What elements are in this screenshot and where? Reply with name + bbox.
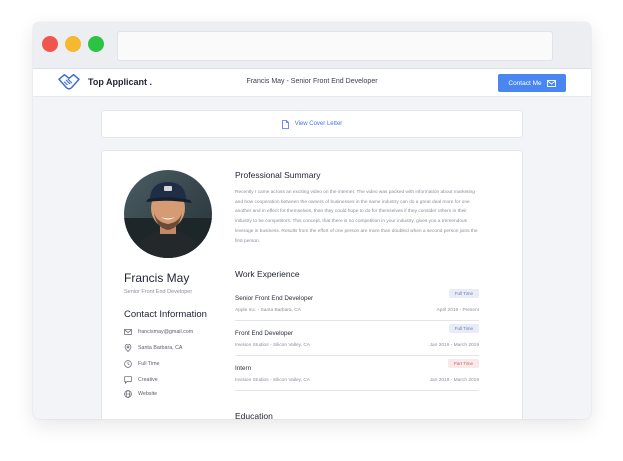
browser-chrome <box>33 22 591 69</box>
job-title: Senior Front End Developer <box>235 295 314 302</box>
address-bar[interactable] <box>117 31 553 61</box>
browser-window: Top Applicant . Francis May - Senior Fro… <box>33 22 591 419</box>
job-dates: Jan 2019 - March 2019 <box>429 343 479 348</box>
clock-icon <box>124 360 132 368</box>
contact-availability: Full Time <box>124 360 160 368</box>
view-cover-letter-button[interactable]: View Cover Letter <box>101 110 523 138</box>
minimize-window-button[interactable] <box>65 36 81 52</box>
summary-heading: Professional Summary <box>235 170 321 180</box>
job-entry: Senior Front End Developer Full Time App… <box>235 289 479 321</box>
app-header: Top Applicant . Francis May - Senior Fro… <box>33 69 591 97</box>
close-window-button[interactable] <box>42 36 58 52</box>
contact-style-text: Creative <box>138 377 158 383</box>
contact-me-label: Contact Me <box>508 79 542 87</box>
profile-role: Senior Front End Developer <box>124 289 193 295</box>
job-company: Invision Studios - Silicon Valley, CA <box>235 343 311 348</box>
job-company: Invision Studios - Silicon Valley, CA <box>235 378 311 383</box>
contact-website-text: Website <box>138 391 158 397</box>
contact-style: Creative <box>124 376 158 384</box>
mail-icon <box>546 79 556 87</box>
contact-email[interactable]: francismay@gmail.com <box>124 328 193 336</box>
work-experience-heading: Work Experience <box>235 269 300 279</box>
cover-letter-label: View Cover Letter <box>294 121 343 127</box>
divider <box>235 390 479 391</box>
job-entry: Intern Part Time Invision Studios - Sili… <box>235 359 479 391</box>
education-heading: Education <box>235 411 273 419</box>
job-company: Apple Inc. - Santa Barbara, CA <box>235 308 301 313</box>
job-title: Front End Developer <box>235 330 294 337</box>
contact-me-button[interactable]: Contact Me <box>498 74 566 92</box>
job-dates: April 2019 - Present <box>436 308 479 313</box>
globe-icon <box>124 390 132 398</box>
contact-website-link[interactable]: Website <box>124 390 157 398</box>
contact-availability-text: Full Time <box>138 361 160 367</box>
contact-location: Santa Barbara, CA <box>124 344 182 352</box>
chat-bubble-icon <box>124 376 132 384</box>
profile-photo <box>124 170 212 258</box>
job-type-badge: Full Time <box>448 289 479 298</box>
divider <box>235 355 479 356</box>
job-entry: Front End Developer Full Time Invision S… <box>235 324 479 356</box>
job-title: Intern <box>235 365 252 372</box>
profile-name: Francis May <box>124 271 190 285</box>
contact-location-text: Santa Barbara, CA <box>138 345 183 351</box>
summary-text: Recently I came across an exciting video… <box>235 190 478 244</box>
contact-info-heading: Contact Information <box>124 309 207 320</box>
job-type-badge: Full Time <box>448 324 479 333</box>
resume-card: Francis May Senior Front End Developer C… <box>101 150 523 419</box>
document-icon <box>281 119 289 129</box>
contact-email-text: francismay@gmail.com <box>138 329 194 335</box>
location-pin-icon <box>124 344 132 352</box>
mail-icon <box>124 329 132 335</box>
job-type-badge: Part Time <box>447 359 479 368</box>
maximize-window-button[interactable] <box>88 36 104 52</box>
divider <box>235 320 479 321</box>
job-dates: Jan 2019 - March 2019 <box>429 378 479 383</box>
